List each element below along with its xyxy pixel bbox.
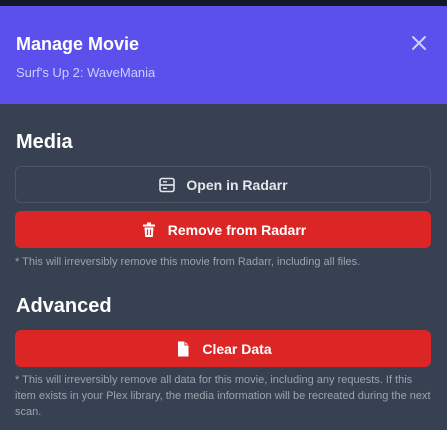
open-in-radarr-button[interactable]: Open in Radarr [15, 166, 431, 203]
open-in-radarr-label: Open in Radarr [186, 176, 288, 193]
remove-warning-note: * This will irreversibly remove this mov… [15, 256, 361, 268]
clear-data-warning-note: * This will irreversibly remove all data… [15, 374, 431, 418]
document-icon [174, 340, 192, 358]
clear-data-label: Clear Data [202, 340, 272, 357]
server-icon [158, 176, 176, 194]
media-heading: Media [16, 131, 73, 153]
modal-title: Manage Movie [16, 34, 140, 54]
clear-data-button[interactable]: Clear Data [15, 330, 431, 367]
remove-from-radarr-label: Remove from Radarr [167, 221, 307, 238]
trash-icon [140, 221, 158, 239]
advanced-heading: Advanced [16, 295, 112, 317]
movie-title: Surf's Up 2: WaveMania [16, 65, 156, 80]
manage-movie-modal: Manage Movie Surf's Up 2: WaveMania Medi… [0, 0, 447, 430]
remove-from-radarr-button[interactable]: Remove from Radarr [15, 211, 431, 248]
modal-header: Manage Movie Surf's Up 2: WaveMania [0, 6, 447, 104]
close-icon [412, 36, 426, 50]
close-button[interactable] [407, 31, 431, 55]
